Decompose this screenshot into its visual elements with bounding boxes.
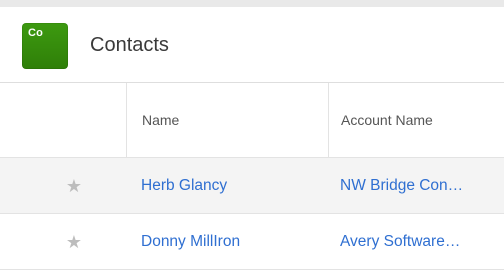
column-header-label: Account Name — [341, 112, 433, 128]
column-header-label: Name — [142, 112, 180, 128]
star-icon[interactable]: ★ — [66, 177, 82, 195]
favorite-column-header — [0, 83, 126, 157]
column-header-account-name[interactable]: Account Name — [328, 83, 504, 157]
page-title: Contacts — [90, 34, 169, 56]
contact-name-link[interactable]: Donny MillIron — [141, 233, 240, 251]
top-border — [0, 0, 504, 7]
module-icon-abbr: Co — [28, 27, 44, 39]
module-header: Co Contacts — [0, 7, 504, 83]
name-cell: Herb Glancy — [126, 158, 328, 213]
table-row: ★ Herb Glancy NW Bridge Con… — [0, 158, 504, 214]
contacts-table: Name Account Name ★ Herb Glancy NW Bridg… — [0, 83, 504, 270]
account-cell: Avery Software… — [328, 214, 504, 269]
table-header-row: Name Account Name — [0, 83, 504, 158]
column-header-name[interactable]: Name — [126, 83, 328, 157]
account-cell: NW Bridge Con… — [328, 158, 504, 213]
favorite-cell: ★ — [0, 158, 126, 213]
name-cell: Donny MillIron — [126, 214, 328, 269]
table-row: ★ Donny MillIron Avery Software… — [0, 214, 504, 270]
account-name-link[interactable]: Avery Software… — [340, 233, 460, 251]
contact-name-link[interactable]: Herb Glancy — [141, 177, 227, 195]
favorite-cell: ★ — [0, 214, 126, 269]
star-icon[interactable]: ★ — [66, 233, 82, 251]
contacts-module-icon[interactable]: Co — [22, 23, 68, 69]
account-name-link[interactable]: NW Bridge Con… — [340, 177, 463, 195]
